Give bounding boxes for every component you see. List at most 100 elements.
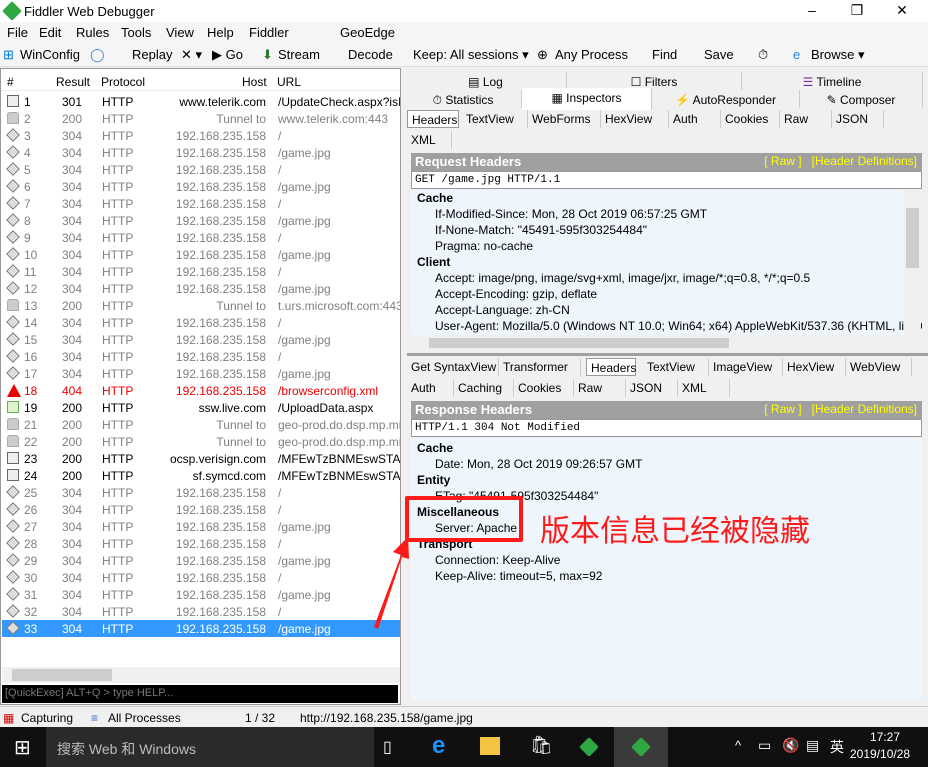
header-entry[interactable]: Date: Mon, 28 Oct 2019 09:26:57 GMT	[411, 456, 922, 472]
horizontal-scrollbar[interactable]	[2, 667, 400, 683]
inspector-tab-json[interactable]: JSON	[832, 110, 884, 128]
session-row[interactable]: 3 304 HTTP 192.168.235.158 /	[2, 127, 400, 144]
quickexec-input[interactable]: [QuickExec] ALT+Q > type HELP...	[2, 685, 398, 703]
session-row[interactable]: 22 200 HTTP Tunnel to geo-prod.do.dsp.mp…	[2, 433, 400, 450]
file-explorer-icon[interactable]	[480, 737, 500, 755]
menu-help[interactable]: Help	[207, 25, 234, 40]
header-entry[interactable]: Pragma: no-cache	[411, 238, 922, 254]
fiddler-active-taskbar[interactable]	[614, 727, 668, 767]
menu-tools[interactable]: Tools	[121, 25, 151, 40]
menu-geoedge[interactable]: GeoEdge	[340, 25, 395, 40]
session-row[interactable]: 11 304 HTTP 192.168.235.158 /	[2, 263, 400, 280]
session-row[interactable]: 13 200 HTTP Tunnel to t.urs.microsoft.co…	[2, 297, 400, 314]
clock-time[interactable]: 17:27	[870, 730, 900, 744]
network-icon[interactable]: ▭	[758, 737, 771, 754]
menu-fiddler[interactable]: Fiddler	[249, 25, 289, 40]
inspector-tab-imageview[interactable]: ImageView	[709, 358, 783, 376]
save-button[interactable]: Save	[704, 47, 734, 62]
inspector-tab-auth[interactable]: Auth	[407, 379, 454, 397]
menu-rules[interactable]: Rules	[76, 25, 109, 40]
tab-statistics[interactable]: ⏱ Statistics	[405, 90, 522, 108]
session-row[interactable]: 2 200 HTTP Tunnel to www.telerik.com:443	[2, 110, 400, 127]
column-protocol[interactable]: Protocol	[101, 75, 145, 89]
header-entry[interactable]: If-None-Match: "45491-595f303254484"	[411, 222, 922, 238]
header-group[interactable]: Entity	[411, 472, 922, 488]
session-row[interactable]: 16 304 HTTP 192.168.235.158 /	[2, 348, 400, 365]
notification-icon[interactable]: ▤	[806, 737, 819, 754]
find-button[interactable]: Find	[652, 47, 677, 62]
column-url[interactable]: URL	[277, 75, 301, 89]
session-row[interactable]: 32 304 HTTP 192.168.235.158 /	[2, 603, 400, 620]
session-row[interactable]: 10 304 HTTP 192.168.235.158 /game.jpg	[2, 246, 400, 263]
process-filter[interactable]: All Processes	[108, 711, 181, 725]
edge-icon[interactable]: e	[432, 732, 445, 760]
response-raw-link[interactable]: [ Raw ]	[764, 402, 801, 416]
session-row[interactable]: 19 200 HTTP ssw.live.com /UploadData.asp…	[2, 399, 400, 416]
menu-file[interactable]: File	[7, 25, 28, 40]
tab-autoresponder[interactable]: ⚡ AutoResponder	[652, 90, 800, 108]
session-row[interactable]: 7 304 HTTP 192.168.235.158 /	[2, 195, 400, 212]
inspector-tab-get-syntaxview[interactable]: Get SyntaxView	[407, 358, 499, 376]
header-group[interactable]: Cache	[411, 190, 922, 206]
inspector-tab-headers[interactable]: Headers	[586, 358, 636, 376]
inspector-tab-xml[interactable]: XML	[678, 379, 730, 397]
header-entry[interactable]: If-Modified-Since: Mon, 28 Oct 2019 06:5…	[411, 206, 922, 222]
close-button[interactable]: ✕	[887, 2, 917, 19]
search-box[interactable]: 搜索 Web 和 Windows	[46, 727, 374, 767]
session-row[interactable]: 33 304 HTTP 192.168.235.158 /game.jpg	[2, 620, 400, 637]
ime-indicator[interactable]: 英	[830, 737, 844, 757]
session-row[interactable]: 31 304 HTTP 192.168.235.158 /game.jpg	[2, 586, 400, 603]
menu-view[interactable]: View	[166, 25, 194, 40]
header-entry[interactable]: Connection: Keep-Alive	[411, 552, 922, 568]
tab-timeline[interactable]: ☰ Timeline	[742, 72, 923, 90]
session-row[interactable]: 9 304 HTTP 192.168.235.158 /	[2, 229, 400, 246]
session-row[interactable]: 8 304 HTTP 192.168.235.158 /game.jpg	[2, 212, 400, 229]
restore-button[interactable]: ❐	[842, 2, 872, 19]
session-row[interactable]: 26 304 HTTP 192.168.235.158 /	[2, 501, 400, 518]
inspector-tab-webview[interactable]: WebView	[846, 358, 912, 376]
session-row[interactable]: 4 304 HTTP 192.168.235.158 /game.jpg	[2, 144, 400, 161]
timer-icon[interactable]: ⏱	[758, 47, 768, 63]
header-entry[interactable]: Accept-Language: zh-CN	[411, 302, 922, 318]
request-vertical-scrollbar[interactable]	[904, 190, 921, 335]
session-row[interactable]: 15 304 HTTP 192.168.235.158 /game.jpg	[2, 331, 400, 348]
stream-button[interactable]: Stream	[278, 47, 320, 62]
fiddler-taskbar-icon[interactable]	[579, 737, 599, 757]
tab-composer[interactable]: ✎ Composer	[800, 90, 923, 108]
session-row[interactable]: 5 304 HTTP 192.168.235.158 /	[2, 161, 400, 178]
menu-edit[interactable]: Edit	[39, 25, 61, 40]
session-row[interactable]: 12 304 HTTP 192.168.235.158 /game.jpg	[2, 280, 400, 297]
header-entry[interactable]: User-Agent: Mozilla/5.0 (Windows NT 10.0…	[411, 318, 922, 334]
tab-inspectors[interactable]: ▦ Inspectors	[522, 88, 652, 110]
header-entry[interactable]: Keep-Alive: timeout=5, max=92	[411, 568, 922, 584]
keep-sessions-dropdown[interactable]: Keep: All sessions ▾	[413, 47, 529, 63]
inspector-tab-hexview[interactable]: HexView	[783, 358, 846, 376]
winconfig-button[interactable]: WinConfig	[20, 47, 80, 62]
session-row[interactable]: 28 304 HTTP 192.168.235.158 /	[2, 535, 400, 552]
session-row[interactable]: 29 304 HTTP 192.168.235.158 /game.jpg	[2, 552, 400, 569]
session-row[interactable]: 14 304 HTTP 192.168.235.158 /	[2, 314, 400, 331]
inspector-tab-cookies[interactable]: Cookies	[514, 379, 574, 397]
session-row[interactable]: 27 304 HTTP 192.168.235.158 /game.jpg	[2, 518, 400, 535]
header-entry[interactable]: Accept: image/png, image/svg+xml, image/…	[411, 270, 922, 286]
any-process-button[interactable]: Any Process	[555, 47, 628, 62]
inspector-tab-auth[interactable]: Auth	[669, 110, 721, 128]
inspector-tab-json[interactable]: JSON	[626, 379, 678, 397]
go-button[interactable]: ▶ Go	[212, 47, 243, 63]
column-number[interactable]: #	[7, 75, 14, 89]
show-hidden-icons[interactable]: ^	[735, 738, 741, 753]
column-result[interactable]: Result	[56, 75, 90, 89]
start-button[interactable]: ⊞	[14, 735, 31, 760]
remove-button[interactable]: ✕ ▾	[181, 47, 202, 63]
capturing-toggle[interactable]: Capturing	[21, 711, 73, 725]
inspector-tab-headers[interactable]: Headers	[407, 110, 459, 128]
inspector-tab-textview[interactable]: TextView	[462, 110, 528, 128]
replay-button[interactable]: Replay	[132, 47, 172, 62]
inspector-tab-xml[interactable]: XML	[407, 131, 452, 149]
header-group[interactable]: Cache	[411, 440, 922, 456]
splitter[interactable]	[407, 353, 928, 356]
session-row[interactable]: 23 200 HTTP ocsp.verisign.com /MFEwTzBNM…	[2, 450, 400, 467]
inspector-tab-webforms[interactable]: WebForms	[528, 110, 601, 128]
clock-date[interactable]: 2019/10/28	[850, 747, 910, 761]
inspector-tab-hexview[interactable]: HexView	[601, 110, 669, 128]
